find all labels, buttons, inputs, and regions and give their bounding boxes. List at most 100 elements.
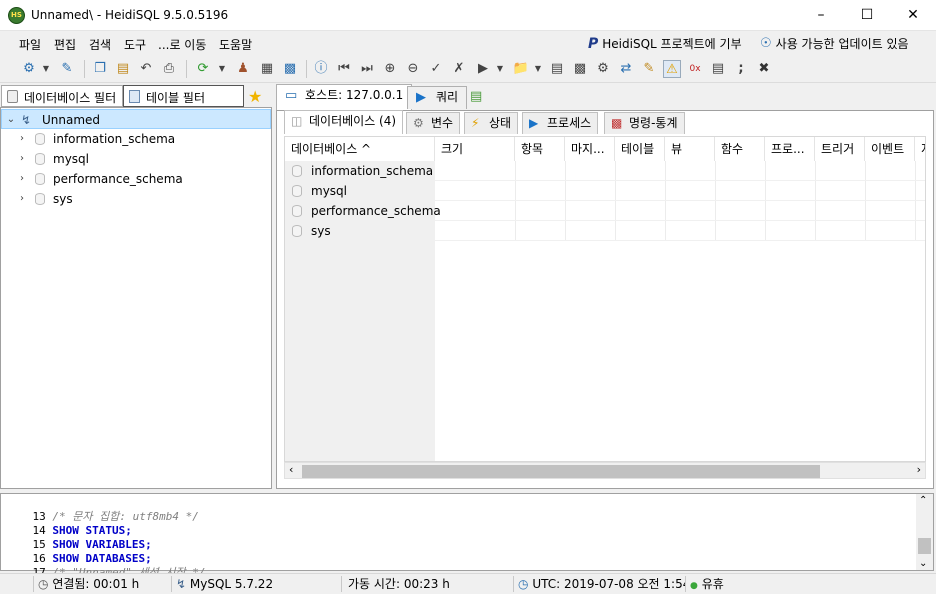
- database-name-cell[interactable]: mysql: [285, 181, 435, 201]
- menu-goto[interactable]: ...로 이동: [158, 36, 206, 53]
- column-header-items[interactable]: 항목: [515, 137, 565, 161]
- tree-item-database[interactable]: › mysql: [1, 149, 271, 169]
- database-icon: [7, 90, 18, 103]
- open-file-icon[interactable]: 📁: [512, 60, 530, 78]
- post-record-icon[interactable]: ✓: [427, 60, 445, 78]
- grid-horizontal-scrollbar[interactable]: ‹ ›: [284, 462, 926, 479]
- favorites-star-icon[interactable]: ★: [248, 87, 262, 106]
- collapse-icon[interactable]: ⌄: [6, 110, 16, 130]
- column-header-database[interactable]: 데이터베이스 ^: [285, 137, 435, 161]
- run-query-icon[interactable]: ▶: [474, 60, 492, 78]
- database-name-cell[interactable]: performance_schema: [285, 201, 441, 221]
- refresh-icon[interactable]: ⟳: [194, 60, 212, 78]
- import-icon[interactable]: ▦: [258, 60, 276, 78]
- format-icon[interactable]: ▤: [709, 60, 727, 78]
- tab-query[interactable]: ▶ 쿼리: [407, 86, 468, 109]
- new-query-tab-button[interactable]: ▤: [462, 86, 490, 109]
- minimize-button[interactable]: –: [798, 0, 844, 30]
- help-icon[interactable]: ⓘ: [312, 60, 330, 78]
- print-icon[interactable]: ⎙: [160, 60, 178, 78]
- save-icon[interactable]: ▤: [548, 60, 566, 78]
- paste-icon[interactable]: ▤: [114, 60, 132, 78]
- maximize-button[interactable]: ☐: [844, 0, 890, 30]
- menu-search[interactable]: 검색: [89, 36, 111, 53]
- tree-root-session[interactable]: ⌄ ↯ Unnamed: [1, 109, 271, 129]
- heidisql-app-icon[interactable]: HS: [8, 7, 25, 24]
- first-record-icon[interactable]: ⏮: [335, 60, 353, 78]
- session-manager-icon[interactable]: ⚙: [20, 60, 38, 78]
- hex-icon[interactable]: 0x: [686, 60, 704, 78]
- menu-edit[interactable]: 편집: [54, 36, 76, 53]
- menu-file[interactable]: 파일: [19, 36, 41, 53]
- vertical-scroll-thumb[interactable]: [918, 538, 931, 554]
- status-server-label: MySQL 5.7.22: [189, 577, 274, 591]
- sql-log-panel[interactable]: 13 /* 문자 집합: utf8mb4 */ 14 SHOW STATUS; …: [0, 493, 934, 579]
- tree-item-database[interactable]: › information_schema: [1, 129, 271, 149]
- last-record-icon[interactable]: ⏭: [358, 60, 376, 78]
- menu-tools[interactable]: 도구: [124, 36, 146, 53]
- table-row[interactable]: performance_schema: [285, 201, 925, 221]
- tab-host[interactable]: ▭ 호스트: 127.0.0.1: [276, 84, 413, 110]
- database-filter-input[interactable]: 데이터베이스 필터: [1, 85, 123, 107]
- replace-icon[interactable]: ⇄: [617, 60, 635, 78]
- column-header-size[interactable]: 크기: [435, 137, 515, 161]
- scroll-right-icon[interactable]: ›: [917, 463, 921, 476]
- stop-icon[interactable]: ✖: [755, 60, 773, 78]
- menu-help[interactable]: 도움말: [219, 36, 252, 53]
- database-icon: [292, 205, 302, 217]
- log-line: 16 SHOW DATABASES;: [6, 538, 152, 565]
- edit-icon[interactable]: ✎: [640, 60, 658, 78]
- open-dropdown-icon[interactable]: ▼: [532, 60, 544, 78]
- scroll-down-icon[interactable]: ⌄: [919, 558, 927, 569]
- session-dropdown-icon[interactable]: ▼: [40, 60, 52, 78]
- subtab-databases[interactable]: ◫ 데이터베이스 (4): [284, 110, 404, 134]
- updates-label: 사용 가능한 업데이트 있음: [775, 37, 909, 51]
- expand-icon[interactable]: ›: [17, 169, 27, 189]
- user-manager-icon[interactable]: ♟: [234, 60, 252, 78]
- warning-icon[interactable]: ⚠: [663, 60, 681, 78]
- column-header-tables[interactable]: 테이블: [615, 137, 665, 161]
- delete-record-icon[interactable]: ⊖: [404, 60, 422, 78]
- column-header-functions[interactable]: 함수: [715, 137, 765, 161]
- horizontal-scroll-thumb[interactable]: [302, 465, 820, 478]
- save-snippet-icon[interactable]: ▩: [571, 60, 589, 78]
- run-dropdown-icon[interactable]: ▼: [494, 60, 506, 78]
- log-vertical-scrollbar[interactable]: ⌃ ⌄: [916, 494, 933, 570]
- expand-icon[interactable]: ›: [17, 129, 27, 149]
- disconnect-icon[interactable]: ✎: [58, 60, 76, 78]
- database-name-cell[interactable]: sys: [285, 221, 435, 241]
- expand-icon[interactable]: ›: [17, 149, 27, 169]
- find-icon[interactable]: ⚙: [594, 60, 612, 78]
- tree-item-label: sys: [53, 192, 73, 206]
- close-button[interactable]: ✕: [890, 0, 936, 30]
- column-header-events[interactable]: 이벤트: [865, 137, 915, 161]
- donate-link[interactable]: P HeidiSQL 프로젝트에 기부: [588, 35, 742, 52]
- refresh-dropdown-icon[interactable]: ▼: [216, 60, 228, 78]
- subtab-processes[interactable]: ▶ 프로세스: [522, 112, 599, 134]
- export-icon[interactable]: ▩: [281, 60, 299, 78]
- subtab-status[interactable]: ⚡ 상태: [464, 112, 519, 134]
- cancel-record-icon[interactable]: ✗: [450, 60, 468, 78]
- semicolon-icon[interactable]: ;: [732, 60, 750, 78]
- table-row[interactable]: sys: [285, 221, 925, 241]
- tree-item-database[interactable]: › sys: [1, 189, 271, 209]
- subtab-command-stats[interactable]: ▩ 명령-통계: [604, 112, 685, 134]
- scroll-up-icon[interactable]: ⌃: [919, 495, 927, 506]
- table-filter-input[interactable]: 테이블 필터: [123, 85, 244, 107]
- undo-icon[interactable]: ↶: [137, 60, 155, 78]
- insert-record-icon[interactable]: ⊕: [381, 60, 399, 78]
- column-header-last-modified[interactable]: 마지...: [565, 137, 615, 161]
- expand-icon[interactable]: ›: [17, 189, 27, 209]
- column-header-triggers[interactable]: 트리거: [815, 137, 865, 161]
- database-name-cell[interactable]: information_schema: [285, 161, 435, 181]
- copy-icon[interactable]: ❐: [91, 60, 109, 78]
- table-row[interactable]: mysql: [285, 181, 925, 201]
- scroll-left-icon[interactable]: ‹: [289, 463, 293, 476]
- column-header-procedures[interactable]: 프로...: [765, 137, 815, 161]
- column-header-views[interactable]: 뷰: [665, 137, 715, 161]
- updates-link[interactable]: ☉ 사용 가능한 업데이트 있음: [760, 35, 909, 52]
- subtab-variables[interactable]: ⚙ 변수: [406, 112, 461, 134]
- table-row[interactable]: information_schema: [285, 161, 925, 181]
- tree-item-database[interactable]: › performance_schema: [1, 169, 271, 189]
- column-header-more[interactable]: 지: [915, 137, 925, 161]
